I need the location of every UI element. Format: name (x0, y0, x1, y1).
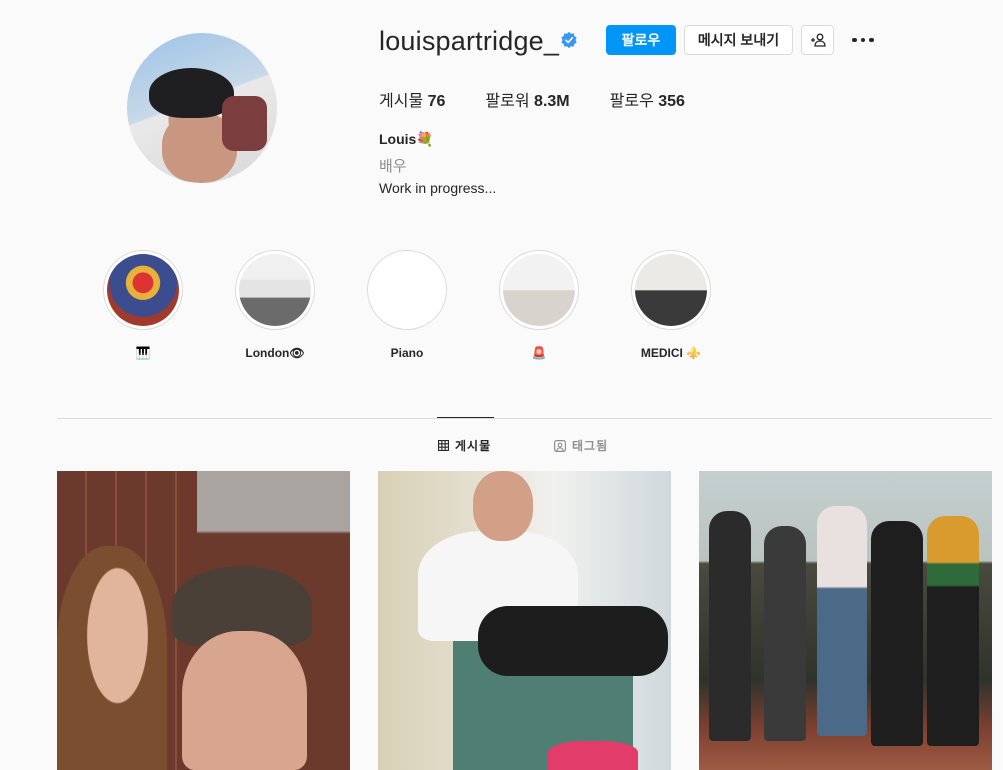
profile-username: louispartridge_ (379, 26, 560, 56)
tab-posts[interactable]: 게시물 (438, 437, 491, 454)
tag-icon (554, 439, 566, 452)
follow-button[interactable]: 팔로우 (606, 25, 676, 55)
highlight-cover (635, 254, 707, 326)
post-person (57, 546, 167, 770)
post-person (709, 511, 751, 741)
post-thumbnail[interactable] (378, 471, 671, 770)
following-count[interactable]: 팔로우 356 (610, 87, 685, 111)
post-trousers (478, 606, 668, 676)
suggested-accounts-button[interactable] (801, 25, 834, 55)
highlight-cover (503, 254, 575, 326)
followers-count[interactable]: 팔로워 8.3M (485, 87, 569, 111)
post-flowers (548, 741, 638, 770)
post-thumbnail[interactable] (699, 471, 992, 770)
profile-full-name: Louis💐 (379, 131, 434, 147)
highlight-cover-ring (499, 250, 579, 330)
highlight-cover-ring (235, 250, 315, 330)
tabs-divider (57, 418, 992, 419)
profile-category: 배우 (379, 158, 407, 175)
highlight-label: MEDICI ⚜️ (640, 346, 702, 360)
highlight-cover-ring (367, 250, 447, 330)
message-button[interactable]: 메시지 보내기 (684, 25, 793, 55)
posts-count: 게시물 76 (379, 93, 446, 110)
highlight-label: 🚨 (531, 346, 547, 360)
post-person (927, 516, 979, 746)
more-options-icon[interactable] (850, 28, 876, 52)
tab-posts-label: 게시물 (455, 439, 492, 453)
story-highlight[interactable]: MEDICI ⚜️ (606, 250, 736, 360)
avatar-cup (222, 96, 267, 151)
active-tab-indicator (437, 417, 494, 418)
highlight-cover (107, 254, 179, 326)
post-person-face (182, 631, 307, 770)
profile-stats: 게시물 76 팔로워 8.3M 팔로우 356 (379, 87, 685, 111)
story-highlight[interactable]: 🚨 (474, 250, 604, 360)
tab-tagged-label: 태그됨 (572, 439, 609, 453)
highlight-cover-ring (103, 250, 183, 330)
tab-tagged[interactable]: 태그됨 (554, 437, 608, 454)
story-highlight[interactable]: 🎹 (78, 250, 208, 360)
highlight-cover (239, 254, 311, 326)
highlight-label: 🎹 (135, 346, 151, 360)
highlight-cover (371, 254, 443, 326)
post-person (871, 521, 923, 746)
highlight-cover-ring (631, 250, 711, 330)
profile-bio: Work in progress... (379, 180, 497, 196)
post-person (764, 526, 806, 741)
post-person (817, 506, 867, 736)
profile-avatar[interactable] (127, 33, 277, 183)
highlight-label: Piano (390, 346, 424, 360)
story-highlight[interactable]: London👁 (210, 250, 340, 360)
add-person-icon (810, 33, 826, 47)
story-highlight[interactable]: Piano (342, 250, 472, 360)
highlight-label: London👁 (245, 346, 305, 360)
post-thumbnail[interactable] (57, 471, 350, 770)
post-person-head (473, 471, 533, 541)
grid-icon (438, 440, 449, 451)
verified-badge-icon (561, 31, 577, 49)
